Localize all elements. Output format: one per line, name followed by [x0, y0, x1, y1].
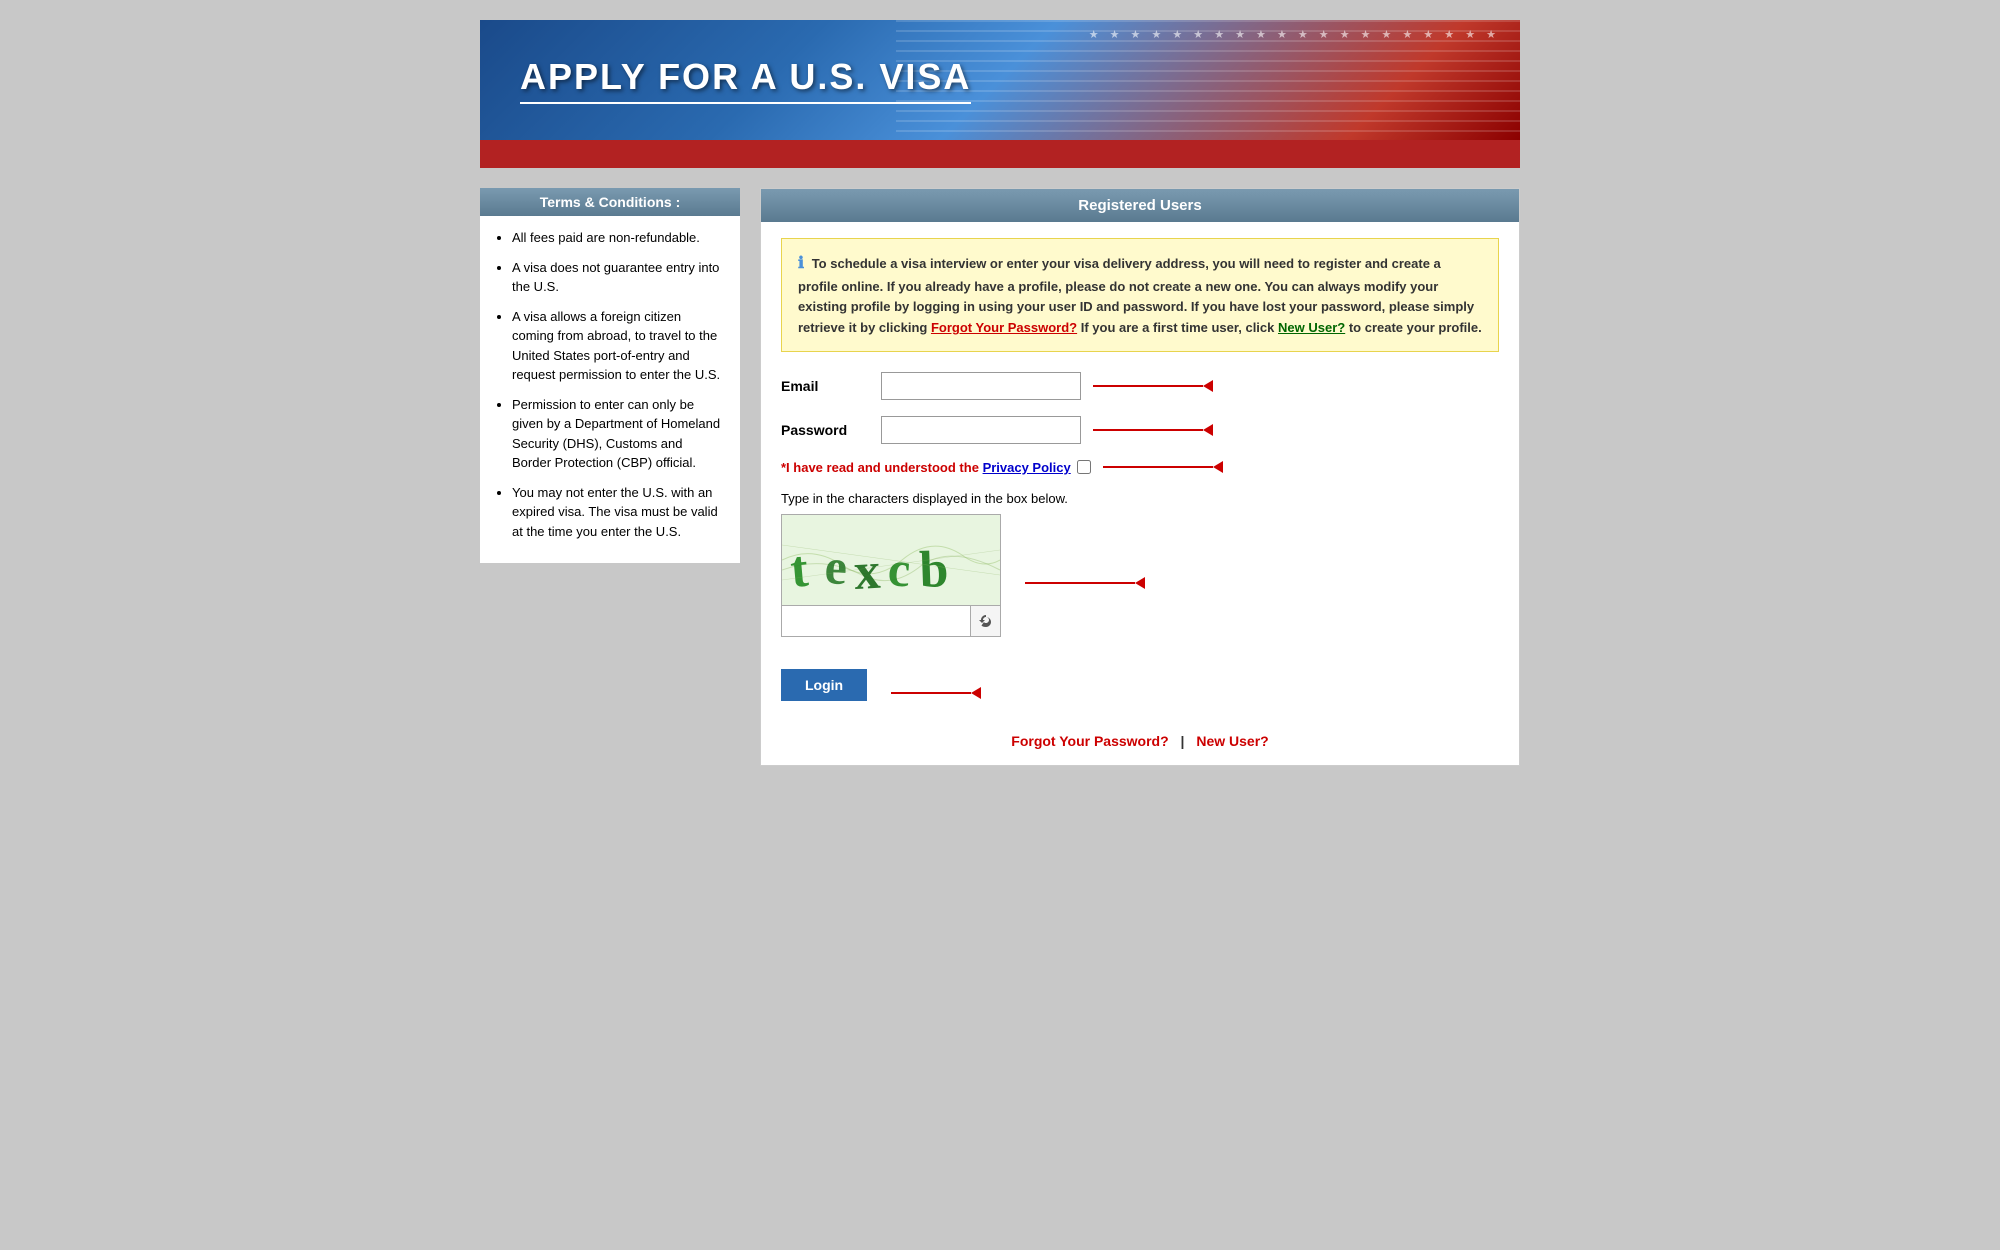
captcha-input-row: [782, 605, 1000, 636]
privacy-checkbox[interactable]: [1077, 460, 1091, 474]
list-item: Permission to enter can only be given by…: [512, 395, 724, 473]
svg-text:e: e: [823, 538, 848, 595]
svg-text:x: x: [853, 543, 882, 601]
arrow-shaft: [891, 692, 971, 694]
arrow-head: [1135, 577, 1145, 589]
arrow-shaft: [1103, 466, 1213, 468]
page-wrapper: APPLY FOR A U.S. VISA Terms & Conditions…: [480, 20, 1520, 786]
page-title: APPLY FOR A U.S. VISA: [520, 56, 971, 104]
separator: |: [1181, 733, 1185, 749]
arrow-head: [1203, 424, 1213, 436]
info-icon: ℹ: [798, 255, 804, 272]
notice-text-middle: If you are a first time user, click: [1081, 320, 1278, 335]
arrow-shaft: [1093, 429, 1203, 431]
login-panel: Registered Users ℹ To schedule a visa in…: [760, 188, 1520, 766]
captcha-container: t e x c b: [781, 514, 1001, 637]
list-item: All fees paid are non-refundable.: [512, 228, 724, 248]
svg-text:b: b: [918, 541, 949, 599]
refresh-icon: [977, 612, 995, 630]
notice-text-end: to create your profile.: [1349, 320, 1482, 335]
email-row: Email: [781, 372, 1499, 400]
captcha-refresh-button[interactable]: [970, 606, 1000, 636]
arrow-head: [1213, 461, 1223, 473]
login-button[interactable]: Login: [781, 669, 867, 701]
svg-text:c: c: [886, 540, 912, 597]
login-header: Registered Users: [761, 189, 1519, 222]
captcha-image: t e x c b: [782, 515, 1000, 605]
arrow-head: [1203, 380, 1213, 392]
password-row: Password: [781, 416, 1499, 444]
login-arrow: [891, 687, 981, 699]
list-item: A visa does not guarantee entry into the…: [512, 258, 724, 297]
list-item: A visa allows a foreign citizen coming f…: [512, 307, 724, 385]
terms-header: Terms & Conditions :: [480, 188, 740, 216]
arrow-shaft: [1093, 385, 1203, 387]
terms-body: All fees paid are non-refundable. A visa…: [480, 216, 740, 563]
privacy-policy-link[interactable]: Privacy Policy: [983, 460, 1071, 475]
captcha-label: Type in the characters displayed in the …: [781, 491, 1499, 506]
login-body: ℹ To schedule a visa interview or enter …: [761, 222, 1519, 765]
arrow-head: [971, 687, 981, 699]
password-label: Password: [781, 422, 881, 438]
new-user-link-footer[interactable]: New User?: [1196, 733, 1268, 749]
password-input[interactable]: [881, 416, 1081, 444]
captcha-svg: t e x c b: [782, 515, 1000, 605]
header-red-bar: [480, 140, 1520, 168]
main-content: Terms & Conditions : All fees paid are n…: [480, 168, 1520, 786]
captcha-arrow: [1025, 577, 1145, 589]
password-arrow: [1093, 424, 1213, 436]
notice-box: ℹ To schedule a visa interview or enter …: [781, 238, 1499, 352]
forgot-password-link-footer[interactable]: Forgot Your Password?: [1011, 733, 1168, 749]
forgot-password-link-notice[interactable]: Forgot Your Password?: [931, 320, 1077, 335]
email-arrow: [1093, 380, 1213, 392]
privacy-prefix: *I have read and understood the: [781, 460, 979, 475]
terms-list: All fees paid are non-refundable. A visa…: [496, 228, 724, 541]
new-user-link-notice[interactable]: New User?: [1278, 320, 1345, 335]
captcha-input[interactable]: [782, 606, 970, 636]
arrow-shaft: [1025, 582, 1135, 584]
list-item: You may not enter the U.S. with an expir…: [512, 483, 724, 542]
footer-links: Forgot Your Password? | New User?: [781, 733, 1499, 749]
email-input[interactable]: [881, 372, 1081, 400]
privacy-row: *I have read and understood the Privacy …: [781, 460, 1499, 475]
email-label: Email: [781, 378, 881, 394]
header-banner: APPLY FOR A U.S. VISA: [480, 20, 1520, 140]
privacy-arrow: [1103, 461, 1223, 473]
terms-panel: Terms & Conditions : All fees paid are n…: [480, 188, 740, 766]
